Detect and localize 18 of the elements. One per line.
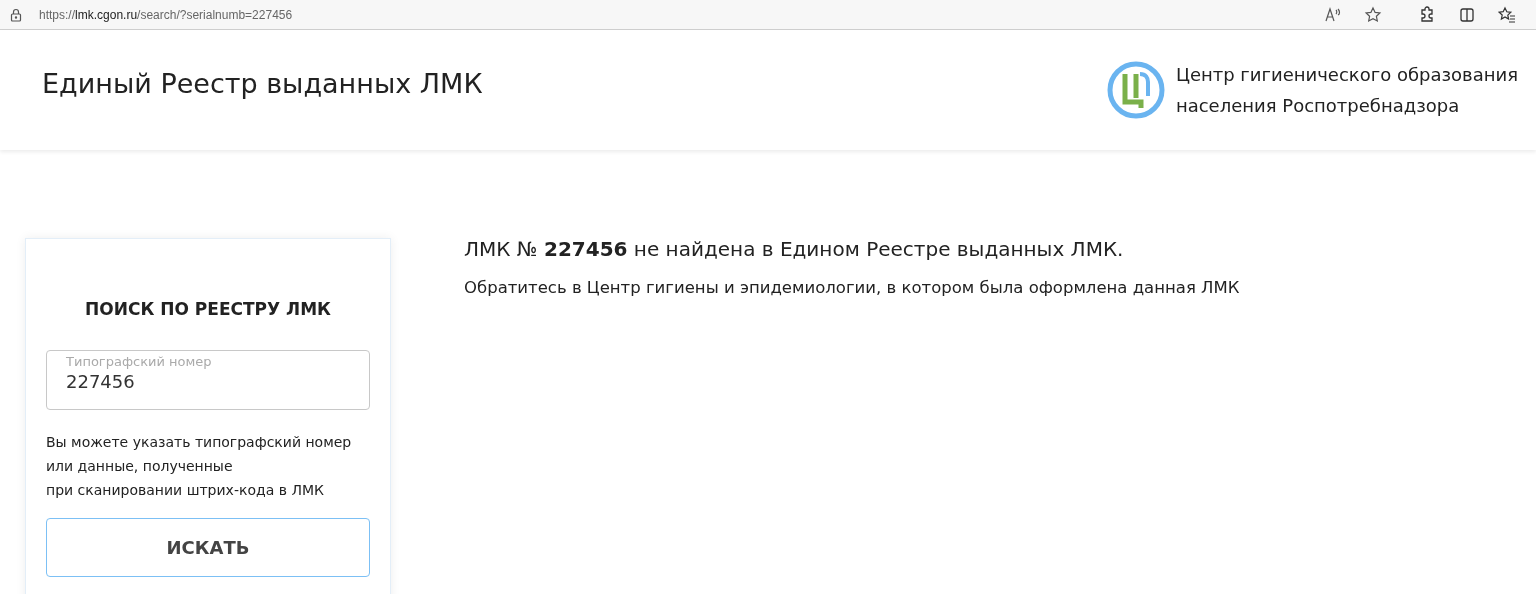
read-aloud-icon[interactable]: [1324, 5, 1342, 24]
not-found-message: ЛМК № 227456 не найдена в Едином Реестре выданных ЛМК.: [464, 236, 1125, 263]
logo-icon: [1105, 60, 1166, 120]
site-title: Единый Реестр выданных ЛМК: [42, 66, 483, 101]
field-label: Типографский номер: [66, 352, 213, 371]
search-card-title: ПОИСК ПО РЕЕСТРУ ЛМК: [84, 298, 332, 321]
lock-icon: [9, 7, 23, 22]
search-button[interactable]: ИСКАТЬ: [46, 517, 370, 577]
search-hint: Вы можете указать типографский номер или данные, полученные при сканировании штрих-кода в ЛМК: [46, 432, 353, 500]
split-screen-icon[interactable]: [1458, 5, 1476, 24]
favorites-icon[interactable]: [1498, 5, 1516, 24]
extensions-icon[interactable]: [1418, 5, 1436, 24]
star-icon[interactable]: [1364, 5, 1382, 24]
advice-text: Обратитесь в Центр гигиены и эпидемиологии, в котором была оформлена данная ЛМК: [464, 277, 1240, 299]
serial-number-field[interactable]: Типографский номер 227456: [46, 349, 370, 410]
field-value[interactable]: 227456: [66, 370, 350, 393]
organization-name: Центр гигиенического образования населения Роспотребнадзора: [1175, 63, 1518, 118]
url-text[interactable]: https://lmk.cgon.ru/search/?serialnumb=227456: [39, 5, 293, 24]
